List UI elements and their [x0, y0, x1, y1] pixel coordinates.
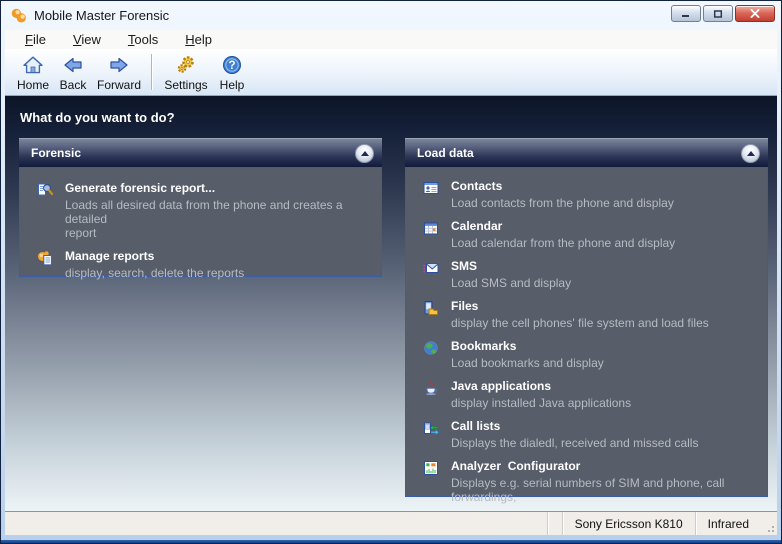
app-window: Mobile Master Forensic File View Tools H…	[0, 0, 782, 544]
item-description: display the cell phones' file system and…	[451, 316, 709, 330]
call-lists-icon	[423, 420, 439, 436]
item-description: Displays the dialedl, received and misse…	[451, 436, 698, 450]
settings-button[interactable]: Settings	[160, 49, 212, 95]
analyzer-chart-icon	[423, 460, 439, 476]
back-label: Back	[60, 78, 87, 92]
item-description: Load bookmarks and display	[451, 356, 604, 370]
item-description: Loads all desired data from the phone an…	[65, 198, 371, 240]
help-label: Help	[220, 78, 245, 92]
item-description: Load contacts from the phone and display	[451, 196, 674, 210]
analyzer-configurator-item[interactable]: Analyzer Configurator Displays e.g. seri…	[423, 459, 757, 518]
contacts-icon	[423, 180, 439, 196]
load-data-panel-title: Load data	[417, 146, 741, 160]
app-logo-icon	[10, 7, 27, 24]
status-separator	[547, 512, 548, 535]
close-icon	[749, 9, 761, 18]
help-icon: ?	[221, 54, 243, 76]
bookmarks-globe-icon	[423, 340, 439, 356]
calendar-icon	[423, 220, 439, 236]
contacts-item[interactable]: Contacts Load contacts from the phone an…	[423, 179, 757, 210]
item-title: Contacts	[451, 179, 674, 194]
load-data-panel-body: Contacts Load contacts from the phone an…	[405, 167, 768, 497]
status-connection: Infrared	[696, 517, 761, 531]
forensic-panel-title: Forensic	[31, 146, 355, 160]
minimize-icon	[681, 10, 691, 18]
status-device: Sony Ericsson K810	[563, 517, 695, 531]
home-icon	[22, 54, 44, 76]
manage-reports-icon	[37, 250, 53, 266]
generate-forensic-report-item[interactable]: Generate forensic report... Loads all de…	[37, 181, 371, 240]
forensic-panel-body: Generate forensic report... Loads all de…	[19, 167, 382, 277]
item-title: Bookmarks	[451, 339, 604, 354]
minimize-button[interactable]	[671, 5, 701, 22]
bookmarks-item[interactable]: Bookmarks Load bookmarks and display	[423, 339, 757, 370]
close-button[interactable]	[735, 5, 775, 22]
resize-grip-icon	[765, 523, 775, 533]
item-title: Generate forensic report...	[65, 181, 371, 196]
forensic-panel: Forensic Generate forensic report... Loa…	[19, 138, 382, 497]
maximize-button[interactable]	[703, 5, 733, 22]
menu-tools[interactable]: Tools	[128, 32, 158, 47]
menu-view[interactable]: View	[73, 32, 101, 47]
call-lists-item[interactable]: Call lists Displays the dialedl, receive…	[423, 419, 757, 450]
item-title: Java applications	[451, 379, 631, 394]
item-title: Files	[451, 299, 709, 314]
item-title: Manage reports	[65, 249, 244, 264]
item-title: Analyzer Configurator	[451, 459, 757, 474]
back-arrow-icon	[62, 54, 84, 76]
window-title: Mobile Master Forensic	[34, 8, 169, 23]
forward-button[interactable]: Forward	[93, 49, 145, 95]
item-title: Calendar	[451, 219, 675, 234]
status-bar: Sony Ericsson K810 Infrared	[5, 511, 777, 535]
files-item[interactable]: Files display the cell phones' file syst…	[423, 299, 757, 330]
collapse-arrow-icon[interactable]	[355, 144, 374, 163]
panel-row: Forensic Generate forensic report... Loa…	[5, 138, 777, 497]
toolbar: Home Back Forward Settings ? Help	[5, 49, 777, 96]
item-title: Call lists	[451, 419, 698, 434]
forensic-panel-header: Forensic	[19, 138, 382, 167]
item-description: Load calendar from the phone and display	[451, 236, 675, 250]
menu-help[interactable]: Help	[185, 32, 212, 47]
item-title: SMS	[451, 259, 571, 274]
collapse-arrow-icon[interactable]	[741, 144, 760, 163]
sms-envelope-icon	[423, 260, 439, 276]
settings-label: Settings	[164, 78, 207, 92]
menu-file[interactable]: File	[25, 32, 46, 47]
maximize-icon	[713, 10, 723, 18]
title-bar: Mobile Master Forensic	[1, 1, 781, 30]
load-data-panel-header: Load data	[405, 138, 768, 167]
report-magnifier-icon	[37, 182, 53, 198]
svg-text:?: ?	[228, 60, 235, 72]
window-controls	[671, 5, 775, 22]
item-description: Load SMS and display	[451, 276, 571, 290]
manage-reports-item[interactable]: Manage reports display, search, delete t…	[37, 249, 371, 280]
gears-icon	[175, 54, 197, 76]
java-cup-icon	[423, 380, 439, 396]
load-data-panel: Load data Contacts Load contacts from th…	[405, 138, 768, 497]
java-applications-item[interactable]: Java applications display installed Java…	[423, 379, 757, 410]
window-bottom-edge	[1, 540, 781, 543]
resize-grip[interactable]	[761, 512, 777, 535]
main-content: What do you want to do? Forensic Generat…	[5, 96, 777, 513]
home-label: Home	[17, 78, 49, 92]
page-title: What do you want to do?	[5, 96, 777, 125]
item-description: display, search, delete the reports	[65, 266, 244, 280]
toolbar-separator	[151, 54, 152, 90]
calendar-item[interactable]: Calendar Load calendar from the phone an…	[423, 219, 757, 250]
item-description: display installed Java applications	[451, 396, 631, 410]
sms-item[interactable]: SMS Load SMS and display	[423, 259, 757, 290]
help-button[interactable]: ? Help	[212, 49, 252, 95]
files-phone-folder-icon	[423, 300, 439, 316]
menu-bar: File View Tools Help	[5, 30, 777, 49]
forward-label: Forward	[97, 78, 141, 92]
home-button[interactable]: Home	[13, 49, 53, 95]
forward-arrow-icon	[108, 54, 130, 76]
back-button[interactable]: Back	[53, 49, 93, 95]
